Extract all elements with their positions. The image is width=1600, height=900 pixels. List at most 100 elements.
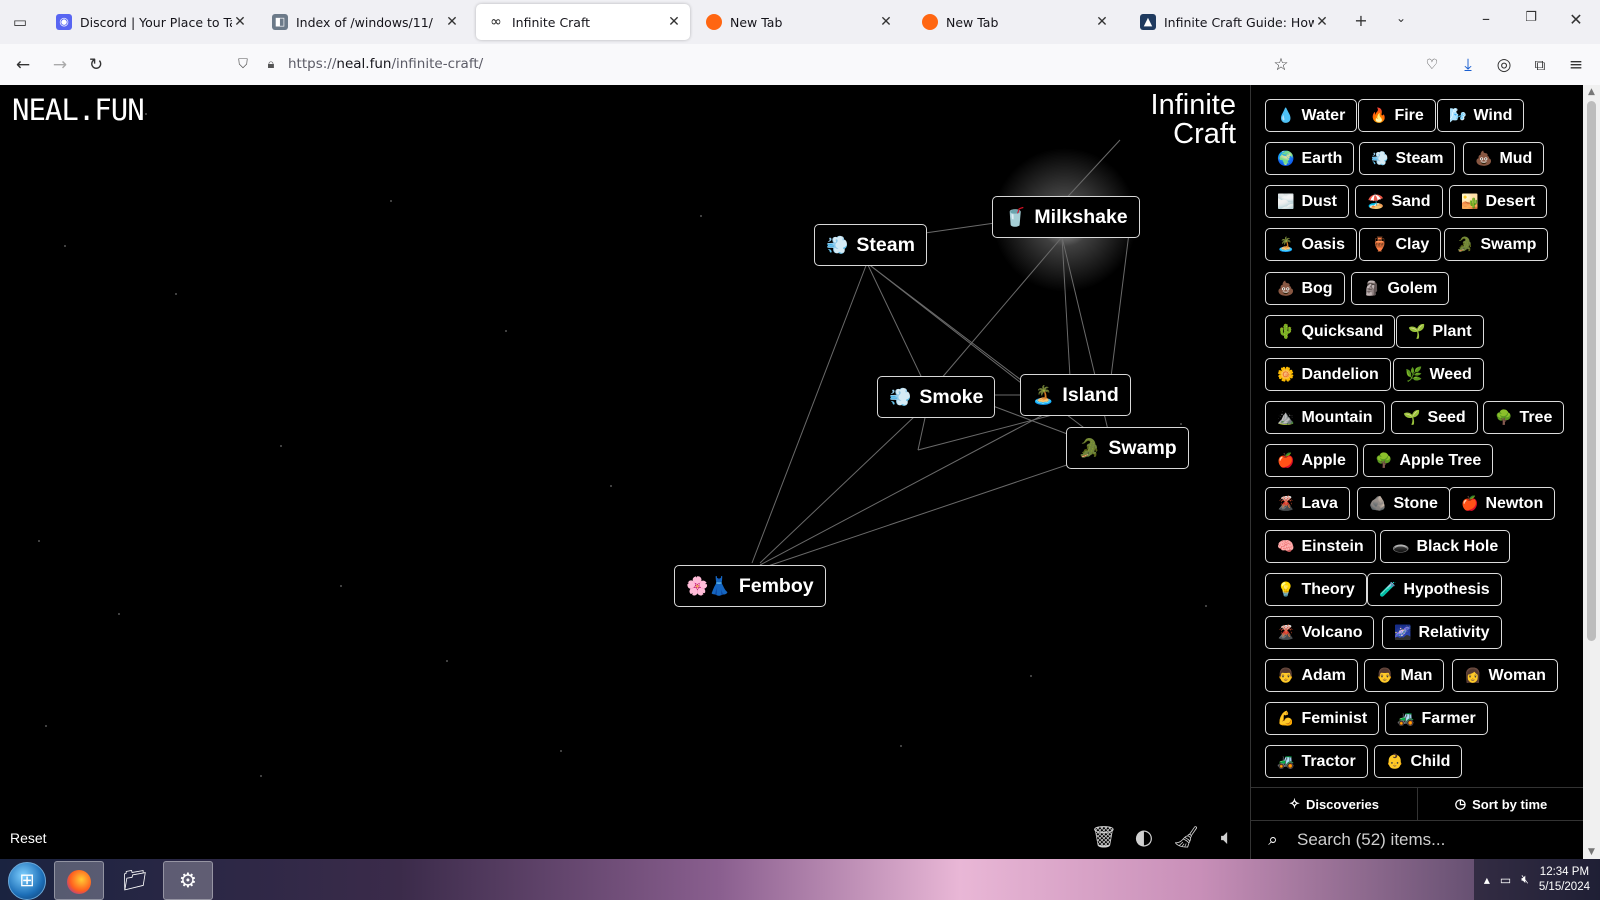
pocket-icon[interactable]: ♡ xyxy=(1419,52,1445,78)
item-relativity[interactable]: 🌌 Relativity xyxy=(1382,616,1502,649)
lock-icon[interactable]: 🔒︎ xyxy=(260,57,282,72)
tab-infinite-craft[interactable]: ∞ Infinite Craft ✕ xyxy=(476,4,690,40)
tab-index-windows[interactable]: ◧ Index of /windows/11/ ✕ xyxy=(260,4,468,40)
sort-by-time-button[interactable]: ◷ Sort by time xyxy=(1417,788,1584,820)
broom-icon[interactable]: 🧹︎ xyxy=(1172,823,1200,851)
scroll-up-arrow-icon[interactable]: ▲ xyxy=(1583,87,1600,97)
taskbar-settings-icon[interactable]: ⚙ xyxy=(163,861,213,900)
window-close-icon[interactable]: ✕ xyxy=(1565,10,1587,29)
tab-close-icon[interactable]: ✕ xyxy=(878,14,894,30)
tab-close-icon[interactable]: ✕ xyxy=(444,14,460,30)
restore-icon[interactable]: ❐ xyxy=(1520,10,1542,25)
menu-icon[interactable]: ≡ xyxy=(1563,52,1589,78)
page-scrollbar[interactable]: ▲ ▼ xyxy=(1583,85,1600,859)
item-apple[interactable]: 🍎 Apple xyxy=(1265,444,1358,477)
item-hypothesis[interactable]: 🧪 Hypothesis xyxy=(1367,573,1502,606)
canvas-node-femboy[interactable]: 🌸👗 Femboy xyxy=(674,565,826,607)
tab-title: New Tab xyxy=(730,14,783,30)
canvas-node-steam[interactable]: 💨 Steam xyxy=(814,224,927,266)
minimize-icon[interactable]: – xyxy=(1475,9,1497,28)
item-dust[interactable]: 🌫️ Dust xyxy=(1265,185,1349,218)
shield-icon[interactable]: ⛉ xyxy=(232,57,254,72)
sound-icon[interactable]: 🔈︎ xyxy=(1213,823,1241,851)
item-child[interactable]: 👶 Child xyxy=(1374,745,1463,778)
taskbar-file-explorer-icon[interactable]: 📁︎ xyxy=(110,861,160,900)
taskbar-firefox-icon[interactable] xyxy=(54,861,104,900)
tab-new-tab-2[interactable]: New Tab ✕ xyxy=(910,4,1118,40)
node-label: Milkshake xyxy=(1034,205,1128,228)
tab-close-icon[interactable]: ✕ xyxy=(232,14,248,30)
canvas-node-milkshake[interactable]: 🥤 Milkshake xyxy=(992,196,1140,238)
item-earth[interactable]: 🌍 Earth xyxy=(1265,142,1355,175)
canvas-node-smoke[interactable]: 💨 Smoke xyxy=(877,376,996,418)
item-desert[interactable]: 🏜️ Desert xyxy=(1449,185,1548,218)
tab-close-icon[interactable]: ✕ xyxy=(1094,14,1110,30)
tab-discord[interactable]: ◉ Discord | Your Place to Talk and Hang … xyxy=(44,4,256,40)
item-einstein[interactable]: 🧠 Einstein xyxy=(1265,530,1376,563)
item-plant[interactable]: 🌱 Plant xyxy=(1396,315,1484,348)
item-dandelion[interactable]: 🌼 Dandelion xyxy=(1265,358,1391,391)
item-swamp[interactable]: 🐊 Swamp xyxy=(1444,228,1549,261)
item-man[interactable]: 👨 Man xyxy=(1364,659,1445,692)
item-farmer[interactable]: 🚜 Farmer xyxy=(1385,702,1488,735)
item-weed[interactable]: 🌿 Weed xyxy=(1393,358,1484,391)
item-tractor[interactable]: 🚜 Tractor xyxy=(1265,745,1368,778)
dark-mode-icon[interactable]: ◐ xyxy=(1130,823,1158,851)
clock-icon: ◷ xyxy=(1454,796,1467,811)
tab-list-icon[interactable]: ▭ xyxy=(8,10,32,34)
download-icon[interactable]: ⤓ xyxy=(1455,52,1481,78)
item-mud[interactable]: 💩 Mud xyxy=(1463,142,1545,175)
reset-button[interactable]: Reset xyxy=(10,830,47,846)
new-tab-icon[interactable]: + xyxy=(1350,11,1372,30)
reload-icon[interactable]: ↻ xyxy=(83,52,109,78)
extensions-icon[interactable]: ⧉ xyxy=(1527,52,1553,78)
canvas-node-swamp[interactable]: 🐊 Swamp xyxy=(1066,427,1189,469)
tray-overflow-icon[interactable]: ▴ xyxy=(1484,873,1490,887)
account-icon[interactable]: ◎ xyxy=(1491,52,1517,78)
canvas-node-island[interactable]: 🏝️ Island xyxy=(1020,374,1131,416)
item-seed[interactable]: 🌱 Seed xyxy=(1391,401,1478,434)
tab-infinite-craft-guide[interactable]: ▲ Infinite Craft Guide: How to Make Ever… xyxy=(1128,4,1338,40)
item-water[interactable]: 💧 Water xyxy=(1265,99,1358,132)
volume-muted-icon[interactable]: 🔇︎ xyxy=(1521,872,1529,887)
item-theory[interactable]: 💡 Theory xyxy=(1265,573,1367,606)
back-icon[interactable]: ← xyxy=(10,52,36,78)
tab-close-icon[interactable]: ✕ xyxy=(1314,14,1330,30)
item-golem[interactable]: 🗿 Golem xyxy=(1351,272,1450,305)
url-bar[interactable]: ⛉ 🔒︎ https://neal.fun/infinite-craft/ xyxy=(232,48,1292,80)
scroll-down-arrow-icon[interactable]: ▼ xyxy=(1583,847,1600,857)
chevron-down-icon[interactable]: ⌄ xyxy=(1390,11,1412,25)
item-quicksand[interactable]: 🌵 Quicksand xyxy=(1265,315,1396,348)
scrollbar-thumb[interactable] xyxy=(1587,101,1596,641)
start-button[interactable]: ⊞ xyxy=(8,862,46,900)
item-lava[interactable]: 🌋 Lava xyxy=(1265,487,1350,520)
item-volcano[interactable]: 🌋 Volcano xyxy=(1265,616,1375,649)
tab-new-tab-1[interactable]: New Tab ✕ xyxy=(694,4,902,40)
item-bog[interactable]: 💩 Bog xyxy=(1265,272,1345,305)
taskbar-clock[interactable]: 12:34 PM 5/15/2024 xyxy=(1539,865,1590,895)
item-sand[interactable]: 🏖️ Sand xyxy=(1355,185,1443,218)
trash-icon[interactable]: 🗑︎ xyxy=(1090,823,1118,851)
item-fire[interactable]: 🔥 Fire xyxy=(1358,99,1436,132)
item-steam[interactable]: 💨 Steam xyxy=(1359,142,1456,175)
item-newton[interactable]: 🍎 Newton xyxy=(1449,487,1556,520)
tab-close-icon[interactable]: ✕ xyxy=(666,14,682,30)
search-input[interactable] xyxy=(1295,828,1569,851)
item-tree[interactable]: 🌳 Tree xyxy=(1483,401,1565,434)
item-clay[interactable]: 🏺 Clay xyxy=(1359,228,1442,261)
bookmark-star-icon[interactable]: ☆ xyxy=(1268,52,1294,78)
item-stone[interactable]: 🪨 Stone xyxy=(1357,487,1450,520)
discoveries-button[interactable]: ✧ Discoveries xyxy=(1251,788,1417,820)
item-adam[interactable]: 👨 Adam xyxy=(1265,659,1358,692)
item-apple-tree[interactable]: 🌳 Apple Tree xyxy=(1363,444,1494,477)
network-icon[interactable]: ▭ xyxy=(1500,873,1511,887)
item-woman[interactable]: 👩 Woman xyxy=(1452,659,1558,692)
forward-icon[interactable]: → xyxy=(47,52,73,78)
item-black-hole[interactable]: 🕳️ Black Hole xyxy=(1380,530,1511,563)
item-oasis[interactable]: 🏝️ Oasis xyxy=(1265,228,1358,261)
item-wind[interactable]: 🌬️ Wind xyxy=(1437,99,1525,132)
item-mountain[interactable]: ⛰️ Mountain xyxy=(1265,401,1385,434)
item-list[interactable]: 💧 Water 🔥 Fire 🌬️ Wind 🌍 Earth 💨 Steam 💩 Mud 🌫… xyxy=(1251,85,1584,787)
item-feminist[interactable]: 💪 Feminist xyxy=(1265,702,1380,735)
craft-canvas[interactable]: NEAL.FUN Infinite Craft 💨 Steam 🥤 Milksh… xyxy=(0,85,1250,859)
